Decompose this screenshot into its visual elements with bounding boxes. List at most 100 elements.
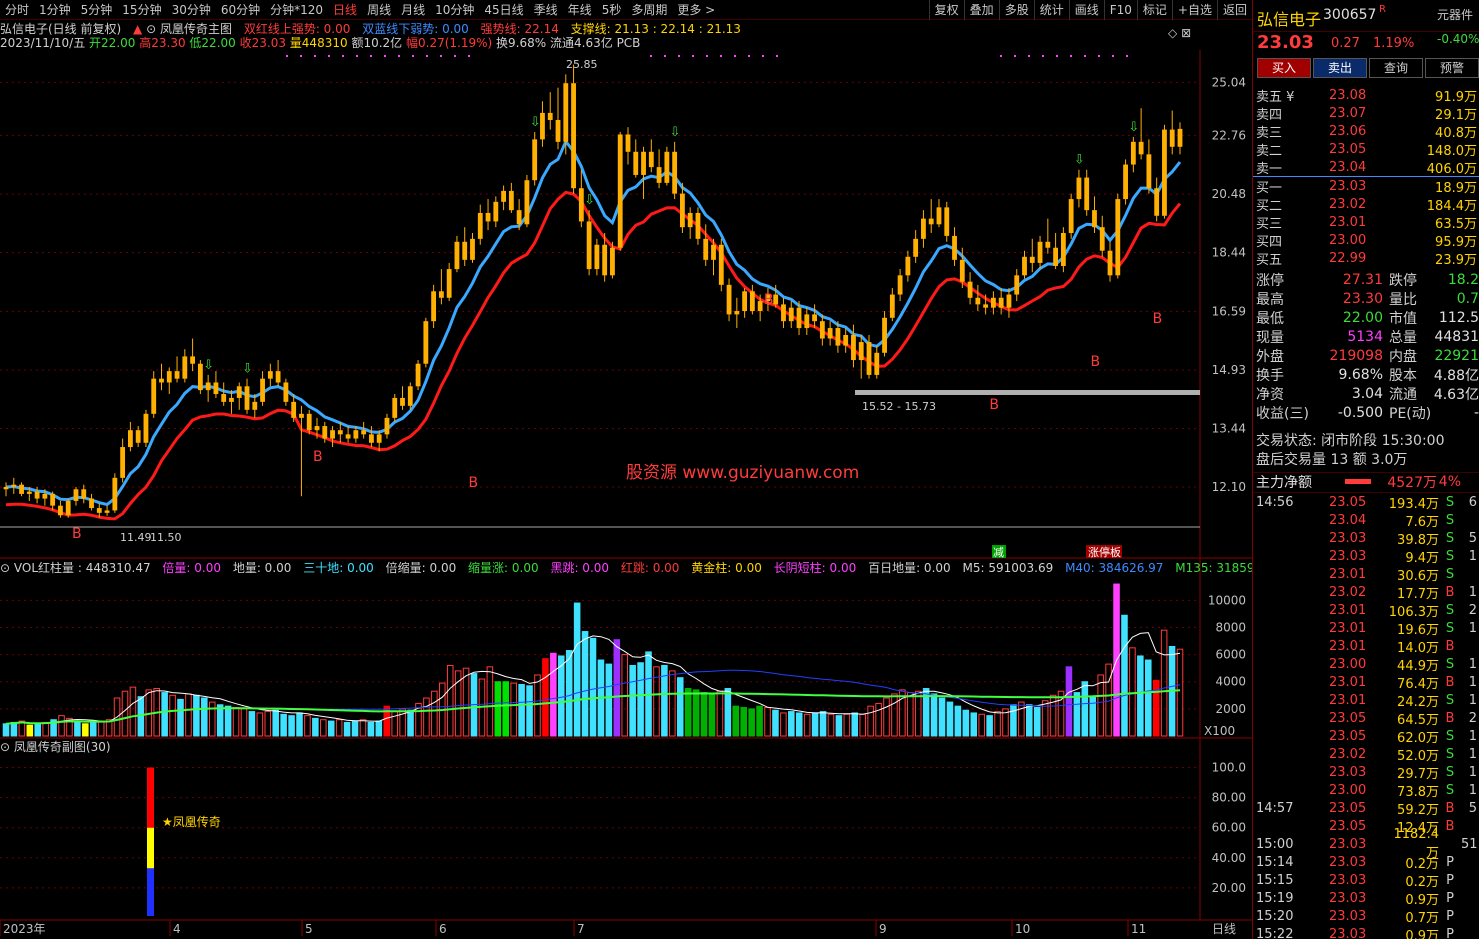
bid-row[interactable]: 买二 23.02 184.4万 xyxy=(1253,195,1479,214)
tick-side: S xyxy=(1445,782,1455,798)
volume-bar xyxy=(216,704,224,737)
bid-row[interactable]: 买五 22.99 23.9万 xyxy=(1253,249,1479,268)
tick-volume: 193.4万 xyxy=(1388,496,1439,512)
close-icon[interactable]: ⊠ xyxy=(1181,26,1191,40)
toolbar-action-button[interactable]: F10 xyxy=(1103,0,1137,20)
candle-body xyxy=(143,413,149,443)
period-tab[interactable]: 季线 xyxy=(529,0,563,20)
red-strong-value: 双红线上强势: 0.00 xyxy=(243,22,351,36)
toolbar-action-button[interactable]: 统计 xyxy=(1033,0,1069,20)
period-tab[interactable]: 分时 xyxy=(0,0,34,20)
volume-unit: X100 xyxy=(1204,724,1235,738)
tick-volume: 62.0万 xyxy=(1397,730,1439,746)
volume-bar xyxy=(946,701,954,737)
candle-body xyxy=(983,304,989,308)
candle-body xyxy=(757,301,763,312)
toolbar-action-button[interactable]: 返回 xyxy=(1216,0,1252,20)
signal-dot xyxy=(720,55,722,57)
ask-row[interactable]: 卖一 23.04 406.0万 xyxy=(1253,158,1479,177)
candle-body xyxy=(851,335,856,361)
period-tab[interactable]: 日线 xyxy=(328,0,362,20)
volume-bar xyxy=(446,664,454,737)
toolbar-action-button[interactable]: 复权 xyxy=(928,0,964,20)
buy-signal-marker: B xyxy=(468,475,478,491)
tick-side: B xyxy=(1445,818,1455,834)
volume-bar xyxy=(827,713,835,737)
volume-bar xyxy=(232,707,240,737)
bid-row[interactable]: 买一 23.03 18.9万 xyxy=(1253,177,1479,196)
vol-sanshi: 三十地: 0.00 xyxy=(303,561,374,575)
dropdown-icon[interactable]: ⊙ xyxy=(0,561,10,575)
stat-row: 最高 23.30 量比 0.7 xyxy=(1253,289,1479,308)
bid-row[interactable]: 买三 23.01 63.5万 xyxy=(1253,213,1479,232)
period-tab[interactable]: 15分钟 xyxy=(117,0,166,20)
kline-chart[interactable]: 25.04 22.76 20.48 18.44 16.59 14.93 13.44 12.10… xyxy=(0,50,1252,937)
candle-body xyxy=(11,484,17,487)
volume-bar xyxy=(613,639,621,737)
tick-price: 23.01 xyxy=(1329,566,1367,582)
tick-row: 23.01 106.3万 S 2 xyxy=(1253,601,1479,620)
stock-label[interactable]: 弘信电子(日线 前复权) xyxy=(0,22,121,36)
toolbar-action-button[interactable]: 叠加 xyxy=(963,0,999,20)
query-button[interactable]: 查询 xyxy=(1369,58,1423,78)
ask-row[interactable]: 卖五 ¥ 23.08 91.9万 xyxy=(1253,86,1479,105)
low-annotation-2: 11.50 xyxy=(150,531,182,544)
volume-bar xyxy=(748,708,755,737)
tick-side: S xyxy=(1445,656,1455,672)
flow-label: 主力净额 xyxy=(1256,474,1312,491)
period-tab[interactable]: 年线 xyxy=(563,0,597,20)
tick-count: 1 xyxy=(1468,782,1477,798)
period-tab[interactable]: 分钟*120 xyxy=(265,0,328,20)
sell-button[interactable]: 卖出 xyxy=(1313,58,1367,78)
stat-value: 219098 xyxy=(1329,347,1383,364)
volume-bar xyxy=(280,713,287,737)
period-tab[interactable]: 5秒 xyxy=(597,0,627,20)
volume-bar xyxy=(565,650,573,737)
indicator-name[interactable]: 凤凰传奇主图 xyxy=(160,22,232,36)
stat-key: 现量 xyxy=(1256,329,1284,346)
volume-bar xyxy=(1137,655,1144,737)
candle-body xyxy=(921,218,926,239)
toolbar-action-button[interactable]: 画线 xyxy=(1068,0,1104,20)
bid-row[interactable]: 买四 23.00 95.9万 xyxy=(1253,231,1479,250)
toolbar-action-button[interactable]: 多股 xyxy=(998,0,1034,20)
candle-body xyxy=(197,363,203,391)
sector-tag[interactable]: 元器件 xyxy=(1437,6,1473,23)
tick-list[interactable]: 14:56 23.05 193.4万 S 6 23.04 7.6万 S 23.03 39.8万 S 5… xyxy=(1253,492,1479,939)
toolbar-action-button[interactable]: +自选 xyxy=(1171,0,1217,20)
watermark-text: 股资源 www.guziyuanw.com xyxy=(626,463,860,483)
toolbar-action-button[interactable]: 标记 xyxy=(1136,0,1172,20)
dropdown-icon[interactable]: ⊙ xyxy=(146,22,156,36)
period-tab[interactable]: 多周期 xyxy=(626,0,672,20)
ask-row[interactable]: 卖四 23.07 29.1万 xyxy=(1253,104,1479,123)
ask-label: 卖二 xyxy=(1256,143,1283,159)
period-tab[interactable]: 周线 xyxy=(362,0,396,20)
sub-axis-label: 60.00 xyxy=(1212,821,1246,835)
candle-body xyxy=(1130,141,1136,165)
candle-body xyxy=(462,241,468,260)
buy-button[interactable]: 买入 xyxy=(1257,58,1311,78)
period-tab[interactable]: 5分钟 xyxy=(76,0,118,20)
alert-button[interactable]: 预警 xyxy=(1425,58,1479,78)
ask-row[interactable]: 卖二 23.05 148.0万 xyxy=(1253,140,1479,159)
signal-dot xyxy=(1056,55,1058,57)
period-tab[interactable]: 月线 xyxy=(396,0,430,20)
period-tab[interactable]: 10分钟 xyxy=(430,0,479,20)
candle-body xyxy=(532,139,538,181)
ask-row[interactable]: 卖三 23.06 40.8万 xyxy=(1253,122,1479,141)
dropdown-icon[interactable]: ⊙ xyxy=(0,740,10,754)
candle-body xyxy=(804,314,810,329)
diamond-icon[interactable]: ◇ xyxy=(1168,26,1177,40)
volume-bar xyxy=(883,697,890,737)
volume-bar xyxy=(423,697,430,737)
period-tab[interactable]: 45日线 xyxy=(479,0,528,20)
period-tab[interactable]: 1分钟 xyxy=(34,0,76,20)
tick-row: 23.01 14.0万 B xyxy=(1253,637,1479,656)
tick-volume: 0.7万 xyxy=(1405,910,1439,926)
signal-dot xyxy=(1098,55,1100,57)
period-tab[interactable]: 60分钟 xyxy=(216,0,265,20)
period-tab[interactable]: 30分钟 xyxy=(167,0,216,20)
period-tab[interactable]: 更多 > xyxy=(672,0,720,20)
vol-name: VOL红柱量 : 448310.47 xyxy=(13,561,151,575)
candle-body xyxy=(827,328,833,339)
